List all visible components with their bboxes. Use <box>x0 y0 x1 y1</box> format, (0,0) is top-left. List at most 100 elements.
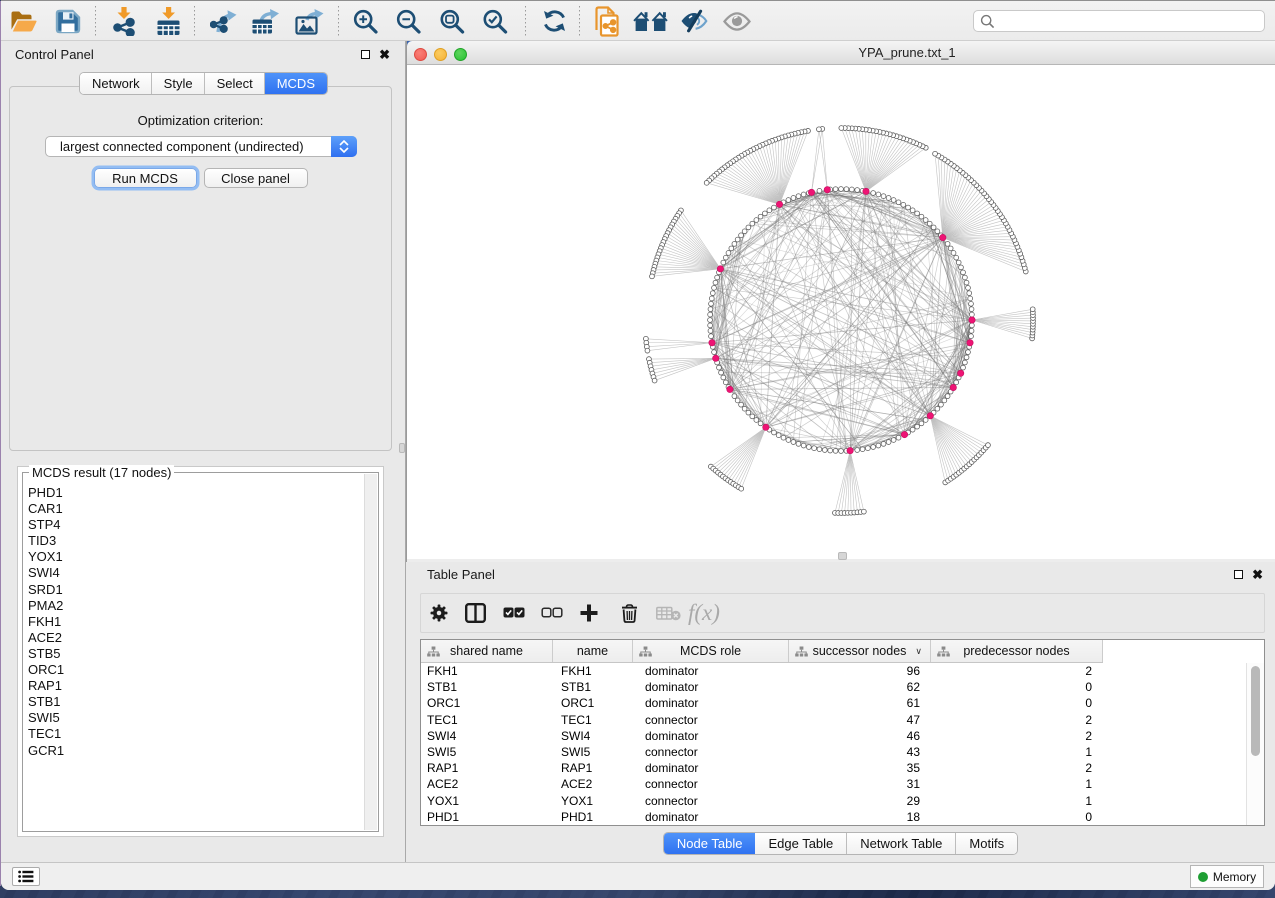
mcds-result-item[interactable]: STB5 <box>24 646 364 662</box>
table-tab-node-table[interactable]: Node Table <box>664 833 756 854</box>
zoom-in-button[interactable] <box>353 1 378 41</box>
export-table-button[interactable] <box>251 1 280 41</box>
memory-button[interactable]: Memory <box>1190 865 1264 888</box>
export-network-icon <box>210 8 237 35</box>
column-header-shared-name[interactable]: shared name <box>421 640 553 662</box>
close-panel-button[interactable]: Close panel <box>204 168 308 188</box>
mcds-result-item[interactable]: ACE2 <box>24 630 364 646</box>
mcds-result-item[interactable]: PMA2 <box>24 598 364 614</box>
import-table-button[interactable] <box>155 1 182 41</box>
run-mcds-button[interactable]: Run MCDS <box>94 168 197 188</box>
table-cell: 18 <box>789 810 931 824</box>
mcds-result-item[interactable]: ORC1 <box>24 662 364 678</box>
tab-mcds[interactable]: MCDS <box>265 73 326 94</box>
table-row[interactable]: ORC1ORC1dominator610 <box>421 695 1246 711</box>
export-image-button[interactable] <box>295 1 324 41</box>
table-row[interactable]: TEC1TEC1connector472 <box>421 712 1246 728</box>
toggle-column-button[interactable] <box>465 594 486 632</box>
save-session-button[interactable] <box>55 1 81 41</box>
refresh-button[interactable] <box>541 1 568 41</box>
mcds-result-item[interactable]: SWI4 <box>24 565 364 581</box>
mcds-list-scrollbar[interactable] <box>364 474 377 830</box>
table-row[interactable]: RAP1RAP1dominator352 <box>421 760 1246 776</box>
network-canvas[interactable] <box>407 65 1275 559</box>
table-cell: connector <box>633 745 789 759</box>
mcds-result-item[interactable]: SWI5 <box>24 710 364 726</box>
zoom-selected-button[interactable] <box>482 1 508 41</box>
table-tab-edge-table[interactable]: Edge Table <box>755 833 847 854</box>
select-all-button[interactable] <box>503 594 525 632</box>
optimization-criterion-select[interactable]: largest connected component (undirected) <box>45 136 357 157</box>
toolbar-separator <box>95 6 96 36</box>
tab-select[interactable]: Select <box>205 73 265 94</box>
table-row[interactable]: FKH1FKH1dominator962 <box>421 663 1246 679</box>
mcds-result-item[interactable]: TEC1 <box>24 726 364 742</box>
column-header-name[interactable]: name <box>553 640 633 662</box>
cytoscape-window: Control Panel ✖ NetworkStyleSelectMCDS O… <box>1 0 1275 890</box>
network-window-titlebar: YPA_prune.txt_1 <box>407 41 1275 65</box>
import-table-icon <box>155 6 182 36</box>
add-column-button[interactable] <box>579 594 599 632</box>
table-row[interactable]: SWI5SWI5connector431 <box>421 744 1246 760</box>
tab-style[interactable]: Style <box>152 73 205 94</box>
open-file-button[interactable] <box>10 1 38 41</box>
search-input[interactable] <box>995 12 1264 30</box>
mcds-result-item[interactable]: FKH1 <box>24 614 364 630</box>
mcds-result-item[interactable]: PHD1 <box>24 485 364 501</box>
table-cell: ORC1 <box>421 696 553 710</box>
vertical-splitter-handle[interactable] <box>399 443 405 453</box>
table-scrollbar[interactable] <box>1246 663 1264 825</box>
column-header-MCDS-role[interactable]: MCDS role <box>633 640 789 662</box>
table-cell: 62 <box>789 680 931 694</box>
node-table-header: shared namenameMCDS rolesuccessor nodes∨… <box>421 640 1103 663</box>
column-header-successor-nodes[interactable]: successor nodes∨ <box>789 640 931 662</box>
close-panel-icon[interactable]: ✖ <box>379 50 390 59</box>
hide-graphics-details-button[interactable] <box>680 1 708 41</box>
import-network-button[interactable] <box>112 1 136 41</box>
mcds-result-item[interactable]: STP4 <box>24 517 364 533</box>
mcds-result-list[interactable]: PHD1CAR1STP4TID3YOX1SWI4SRD1PMA2FKH1ACE2… <box>24 485 364 830</box>
zoom-out-button[interactable] <box>396 1 421 41</box>
export-network-button[interactable] <box>210 1 237 41</box>
mcds-result-item[interactable]: CAR1 <box>24 501 364 517</box>
close-table-panel-icon[interactable]: ✖ <box>1252 570 1263 579</box>
tasks-button[interactable] <box>12 867 40 886</box>
status-bar: Memory <box>1 862 1275 890</box>
deselect-all-columns-icon <box>541 607 563 619</box>
delete-table-button[interactable] <box>656 594 681 632</box>
clone-network-button[interactable] <box>593 1 621 41</box>
function-builder-button[interactable]: f(x) <box>688 594 720 632</box>
table-cell: dominator <box>633 761 789 775</box>
deselect-all-button[interactable] <box>541 594 563 632</box>
column-header-predecessor-nodes[interactable]: predecessor nodes <box>931 640 1103 662</box>
table-row[interactable]: STB1STB1dominator620 <box>421 679 1246 695</box>
zoom-fit-button[interactable] <box>439 1 465 41</box>
table-settings-button[interactable] <box>430 594 448 632</box>
delete-column-button[interactable] <box>621 594 638 632</box>
mcds-result-item[interactable]: GCR1 <box>24 743 364 759</box>
birdseye-view-button[interactable] <box>633 1 668 41</box>
network-view-frame: YPA_prune.txt_1 <box>406 41 1275 559</box>
table-row[interactable]: ACE2ACE2connector311 <box>421 776 1246 792</box>
table-tab-motifs[interactable]: Motifs <box>956 833 1017 854</box>
zoom-out-icon <box>396 9 421 34</box>
table-cell: ACE2 <box>421 777 553 791</box>
table-row[interactable]: YOX1YOX1connector291 <box>421 793 1246 809</box>
table-row[interactable]: PHD1PHD1dominator180 <box>421 809 1246 825</box>
table-row[interactable]: SWI4SWI4dominator462 <box>421 728 1246 744</box>
mcds-result-item[interactable]: TID3 <box>24 533 364 549</box>
horizontal-splitter-handle[interactable] <box>838 552 847 560</box>
table-cell: dominator <box>633 810 789 824</box>
mcds-result-item[interactable]: RAP1 <box>24 678 364 694</box>
table-tab-network-table[interactable]: Network Table <box>847 833 956 854</box>
search-box[interactable] <box>973 10 1265 32</box>
show-graphics-details-button[interactable] <box>723 1 751 41</box>
mcds-result-item[interactable]: STB1 <box>24 694 364 710</box>
table-cell: 31 <box>789 777 931 791</box>
float-panel-icon[interactable] <box>361 50 370 59</box>
mcds-result-item[interactable]: SRD1 <box>24 582 364 598</box>
float-table-panel-icon[interactable] <box>1234 570 1243 579</box>
table-scrollbar-thumb[interactable] <box>1251 666 1260 756</box>
tab-network[interactable]: Network <box>80 73 152 94</box>
mcds-result-item[interactable]: YOX1 <box>24 549 364 565</box>
